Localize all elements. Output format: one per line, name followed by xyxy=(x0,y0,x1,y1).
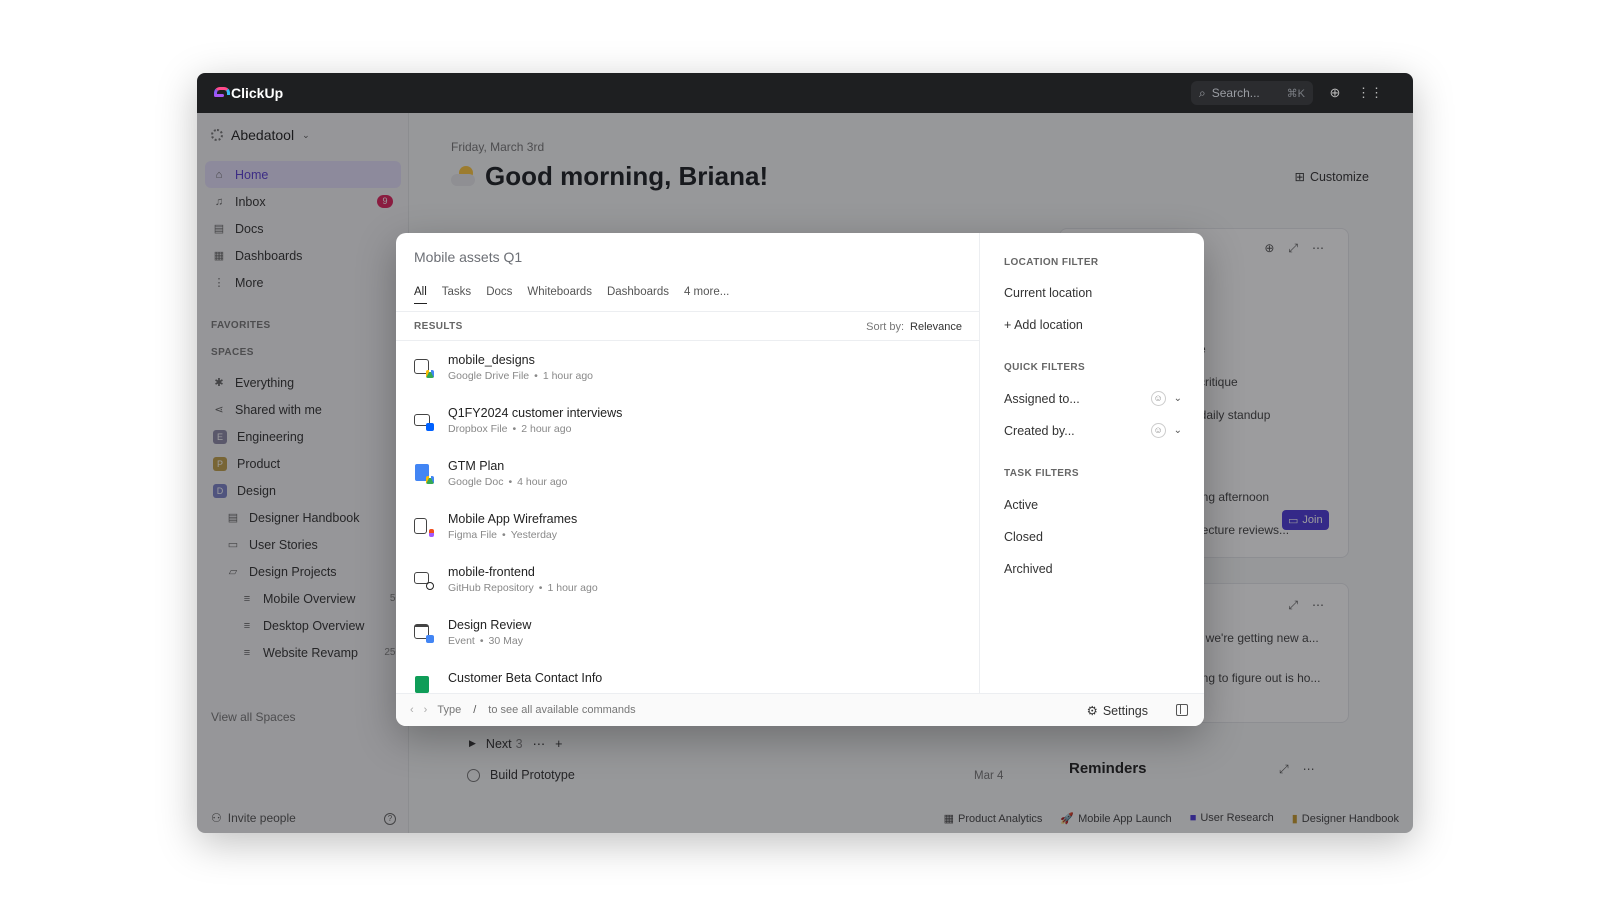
footer-type-text: Type xyxy=(437,704,462,716)
result-title: Design Review xyxy=(448,618,532,632)
chevron-down-icon: ⌄ xyxy=(1173,425,1182,436)
filter-label: Assigned to... xyxy=(1004,392,1080,406)
result-item[interactable]: Customer Beta Contact Info xyxy=(396,659,980,693)
video-file-icon xyxy=(414,411,434,431)
result-time: Yesterday xyxy=(510,529,558,541)
tab-whiteboards[interactable]: Whiteboards xyxy=(527,286,592,304)
repository-icon xyxy=(414,570,434,590)
result-time: 4 hour ago xyxy=(517,476,568,488)
result-source: Google Doc xyxy=(448,476,504,488)
clickup-logo-icon xyxy=(213,86,230,100)
user-icon: ☺ xyxy=(1150,391,1166,406)
add-location-button[interactable]: + Add location xyxy=(1004,318,1182,332)
settings-button[interactable]: ⚙ Settings xyxy=(1086,703,1148,719)
gear-icon: ⚙ xyxy=(1086,704,1098,718)
result-item[interactable]: mobile-frontend GitHub Repository • 1 hour … xyxy=(396,553,980,606)
app-name: ClickUp xyxy=(231,85,284,101)
result-item[interactable]: mobile_designs Google Drive File • 1 hour a… xyxy=(396,341,980,394)
result-item[interactable]: GTM Plan Google Doc • 4 hour ago xyxy=(396,447,980,500)
result-source: Event xyxy=(448,635,475,647)
filter-archived[interactable]: Archived xyxy=(1004,562,1182,576)
results-list: mobile_designs Google Drive File • 1 hour a… xyxy=(396,341,980,693)
result-meta: Event • 30 May xyxy=(448,635,523,647)
chevron-left-icon[interactable]: ‹ xyxy=(410,704,414,716)
quick-filters-label: QUICK FILTERS xyxy=(1004,362,1086,373)
search-input[interactable]: Mobile assets Q1 xyxy=(414,249,522,265)
filters-panel: LOCATION FILTER Current location + Add l… xyxy=(980,233,1204,693)
tab-dashboards[interactable]: Dashboards xyxy=(607,286,669,304)
result-source: GitHub Repository xyxy=(448,582,534,594)
search-modal: Mobile assets Q1 All Tasks Docs Whiteboa… xyxy=(396,233,1204,726)
result-time: 2 hour ago xyxy=(521,423,572,435)
tab-tasks[interactable]: Tasks xyxy=(442,286,471,304)
calendar-event-icon xyxy=(414,623,434,643)
top-bar: ClickUp ⌕ Search... ⌘K ⊕ ⋮⋮ xyxy=(197,73,1413,113)
result-meta: Google Doc • 4 hour ago xyxy=(448,476,568,488)
footer-slash-key: / xyxy=(473,704,477,716)
search-placeholder: Search... xyxy=(1211,86,1260,100)
sort-dropdown[interactable]: Sort by: Relevance xyxy=(866,321,962,333)
result-time: 30 May xyxy=(488,635,523,647)
filter-active[interactable]: Active xyxy=(1004,498,1182,512)
filter-label: Created by... xyxy=(1004,424,1075,438)
result-meta: Google Drive File • 1 hour ago xyxy=(448,370,594,382)
user-icon: ☺ xyxy=(1150,423,1166,438)
result-meta: Figma File • Yesterday xyxy=(448,529,558,541)
search-shortcut: ⌘K xyxy=(1286,87,1305,100)
create-icon[interactable]: ⊕ xyxy=(1327,85,1343,101)
divider xyxy=(396,311,980,312)
result-time: 1 hour ago xyxy=(547,582,598,594)
modal-footer: ‹ › Type / to see all available commands… xyxy=(396,693,1204,726)
location-filter-label: LOCATION FILTER xyxy=(1004,257,1099,268)
result-meta: GitHub Repository • 1 hour ago xyxy=(448,582,598,594)
results-header: RESULTS Sort by: Relevance xyxy=(414,321,962,333)
tab-docs[interactable]: Docs xyxy=(486,286,512,304)
tab-all[interactable]: All xyxy=(414,286,427,304)
task-filters-label: TASK FILTERS xyxy=(1004,468,1079,479)
current-location-filter[interactable]: Current location xyxy=(1004,286,1182,300)
result-title: GTM Plan xyxy=(448,459,505,473)
result-title: Customer Beta Contact Info xyxy=(448,671,603,685)
settings-label: Settings xyxy=(1102,703,1148,718)
results-label: RESULTS xyxy=(414,321,463,332)
result-source: Google Drive File xyxy=(448,370,530,382)
filter-closed[interactable]: Closed xyxy=(1004,530,1182,544)
assigned-to-filter[interactable]: Assigned to... ☺ ⌄ xyxy=(1004,391,1182,406)
apps-grid-icon[interactable]: ⋮⋮ xyxy=(1357,85,1383,101)
result-title: Q1FY2024 customer interviews xyxy=(448,406,623,420)
google-doc-icon xyxy=(414,463,434,484)
search-results-panel: Mobile assets Q1 All Tasks Docs Whiteboa… xyxy=(396,233,980,693)
toggle-panel-icon[interactable] xyxy=(1176,704,1188,716)
result-meta: Dropbox File • 2 hour ago xyxy=(448,423,572,435)
chevron-right-icon[interactable]: › xyxy=(424,704,428,716)
clickup-logo[interactable]: ClickUp xyxy=(213,85,283,101)
result-source: Dropbox File xyxy=(448,423,508,435)
result-title: mobile_designs xyxy=(448,353,535,367)
sort-value: Relevance xyxy=(910,321,962,333)
footer-hint: to see all available commands xyxy=(488,704,636,716)
result-title: mobile-frontend xyxy=(448,565,535,579)
result-item[interactable]: Design Review Event • 30 May xyxy=(396,606,980,659)
result-time: 1 hour ago xyxy=(542,370,594,382)
google-sheet-icon xyxy=(414,675,434,694)
created-by-filter[interactable]: Created by... ☺ ⌄ xyxy=(1004,423,1182,438)
tab-more[interactable]: 4 more... xyxy=(684,286,729,304)
search-icon: ⌕ xyxy=(1199,85,1206,100)
image-file-icon xyxy=(414,358,434,378)
figma-file-icon xyxy=(414,517,434,537)
chevron-down-icon: ⌄ xyxy=(1173,393,1182,404)
result-item[interactable]: Mobile App Wireframes Figma File • Yesterda… xyxy=(396,500,980,553)
result-item[interactable]: Q1FY2024 customer interviews Dropbox File… xyxy=(396,394,980,447)
result-title: Mobile App Wireframes xyxy=(448,512,578,526)
global-search[interactable]: ⌕ Search... ⌘K xyxy=(1191,81,1313,105)
result-source: Figma File xyxy=(448,529,498,541)
search-tabs: All Tasks Docs Whiteboards Dashboards 4 … xyxy=(414,286,729,304)
sort-label: Sort by: xyxy=(866,321,905,333)
